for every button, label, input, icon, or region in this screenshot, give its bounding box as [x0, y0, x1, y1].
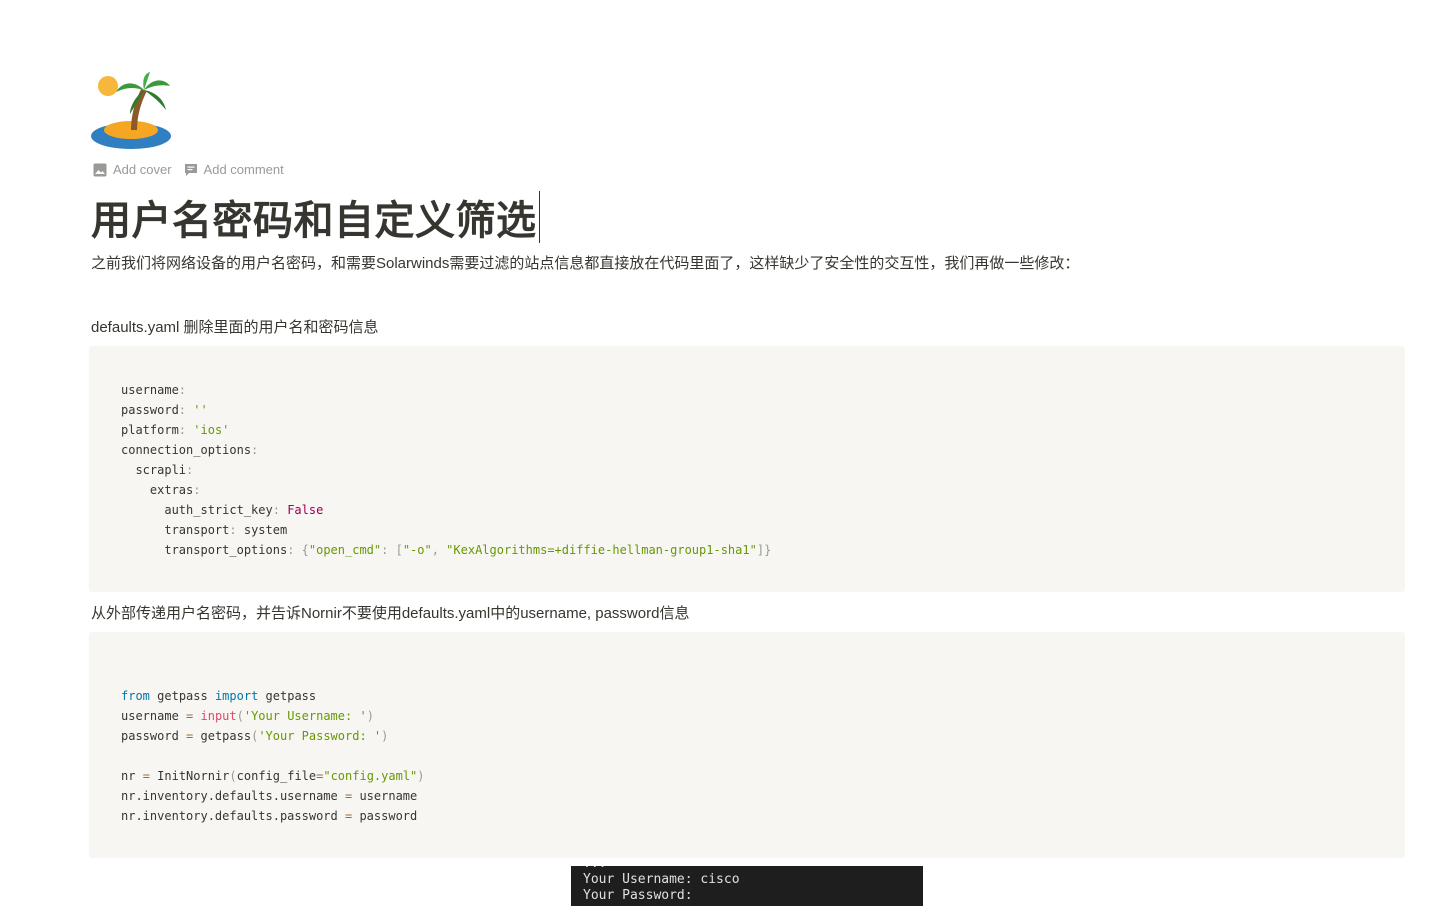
code-token: getpass: [200, 729, 252, 743]
code-token: platform: [121, 423, 179, 437]
python-code: from getpass import getpass username = i…: [121, 689, 425, 823]
code-token: "config.yaml": [323, 769, 418, 783]
code-token: connection_options: [121, 443, 252, 457]
terminal-screenshot: ... Your Username: cisco Your Password:: [571, 866, 923, 906]
code-token: nr.inventory.defaults.password: [121, 809, 338, 823]
code-token: transport: [164, 523, 230, 537]
code-token: config_file: [236, 769, 317, 783]
code-token: username: [359, 789, 418, 803]
terminal-line: Your Username: cisco: [583, 872, 740, 887]
yaml-code: username: password: '' platform: 'ios' c…: [121, 383, 772, 557]
code-token: 'Your Username: ': [243, 709, 367, 723]
code-token: auth_strict_key: [164, 503, 273, 517]
desert-island-icon[interactable]: [90, 70, 172, 152]
yaml-code-block[interactable]: username: password: '' platform: 'ios' c…: [89, 346, 1405, 592]
code-token: nr.inventory.defaults.username: [121, 789, 338, 803]
comment-icon: [184, 163, 197, 176]
text-cursor: [538, 191, 540, 243]
code-token: from: [121, 689, 150, 703]
code-token: False: [287, 503, 324, 517]
add-cover-button[interactable]: Add cover: [93, 162, 172, 177]
code-token: transport_options: [164, 543, 288, 557]
add-comment-button[interactable]: Add comment: [184, 162, 284, 177]
code-token: getpass: [157, 689, 208, 703]
external-note-paragraph[interactable]: 从外部传递用户名密码，并告诉Nornir不要使用defaults.yaml中的u…: [91, 602, 689, 623]
page-title[interactable]: 用户名密码和自定义筛选: [91, 188, 540, 246]
code-token: input: [200, 709, 237, 723]
defaults-note-paragraph[interactable]: defaults.yaml 删除里面的用户名和密码信息: [91, 316, 379, 337]
code-token: 'ios': [193, 423, 230, 437]
code-token: '': [193, 403, 208, 417]
code-token: getpass: [265, 689, 317, 703]
code-token: InitNornir: [157, 769, 230, 783]
add-comment-label: Add comment: [203, 162, 284, 177]
code-token: password: [359, 809, 418, 823]
code-token: password: [121, 729, 179, 743]
image-icon: [93, 163, 107, 176]
code-token: "-o": [402, 543, 432, 557]
code-token: extras: [149, 483, 194, 497]
code-token: "KexAlgorithms=+diffie-hellman-group1-sh…: [446, 543, 757, 557]
code-token: scrapli: [135, 463, 187, 477]
code-token: username: [121, 383, 179, 397]
code-token: username: [121, 709, 179, 723]
code-token: password: [121, 403, 179, 417]
code-token: "open_cmd": [308, 543, 382, 557]
add-cover-label: Add cover: [113, 162, 172, 177]
code-token: 'Your Password: ': [258, 729, 382, 743]
page-controls: Add cover Add comment: [93, 162, 296, 177]
terminal-line: Your Password:: [583, 888, 693, 903]
python-code-block[interactable]: from getpass import getpass username = i…: [89, 632, 1405, 858]
code-token: nr: [121, 769, 136, 783]
code-token: system: [243, 523, 288, 537]
code-token: import: [214, 689, 259, 703]
intro-paragraph[interactable]: 之前我们将网络设备的用户名密码，和需要Solarwinds需要过滤的站点信息都直…: [91, 252, 1079, 273]
page-title-text[interactable]: 用户名密码和自定义筛选: [91, 188, 537, 246]
